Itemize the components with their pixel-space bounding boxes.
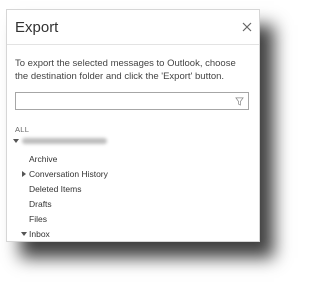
folder-files[interactable]: Files: [29, 214, 47, 224]
folder-filter-field[interactable]: [15, 92, 249, 110]
folder-deleted-items[interactable]: Deleted Items: [29, 184, 81, 194]
caret-down-icon[interactable]: [21, 231, 27, 237]
title-divider: [7, 44, 259, 45]
all-folders-label: ALL: [15, 125, 30, 134]
caret-down-icon[interactable]: [13, 138, 19, 144]
folder-drafts[interactable]: Drafts: [29, 199, 52, 209]
folder-inbox[interactable]: Inbox: [29, 229, 50, 239]
close-icon[interactable]: [241, 21, 253, 33]
folder-archive[interactable]: Archive: [29, 154, 57, 164]
account-name-redacted[interactable]: [22, 138, 107, 144]
folder-filter-input[interactable]: [19, 96, 229, 110]
caret-right-icon[interactable]: [21, 171, 27, 177]
folder-conversation-history[interactable]: Conversation History: [29, 169, 108, 179]
instructions-text: To export the selected messages to Outlo…: [15, 58, 236, 82]
export-dialog: Export To export the selected messages t…: [6, 9, 260, 242]
dialog-title: Export: [15, 19, 59, 36]
filter-icon[interactable]: [235, 97, 244, 106]
